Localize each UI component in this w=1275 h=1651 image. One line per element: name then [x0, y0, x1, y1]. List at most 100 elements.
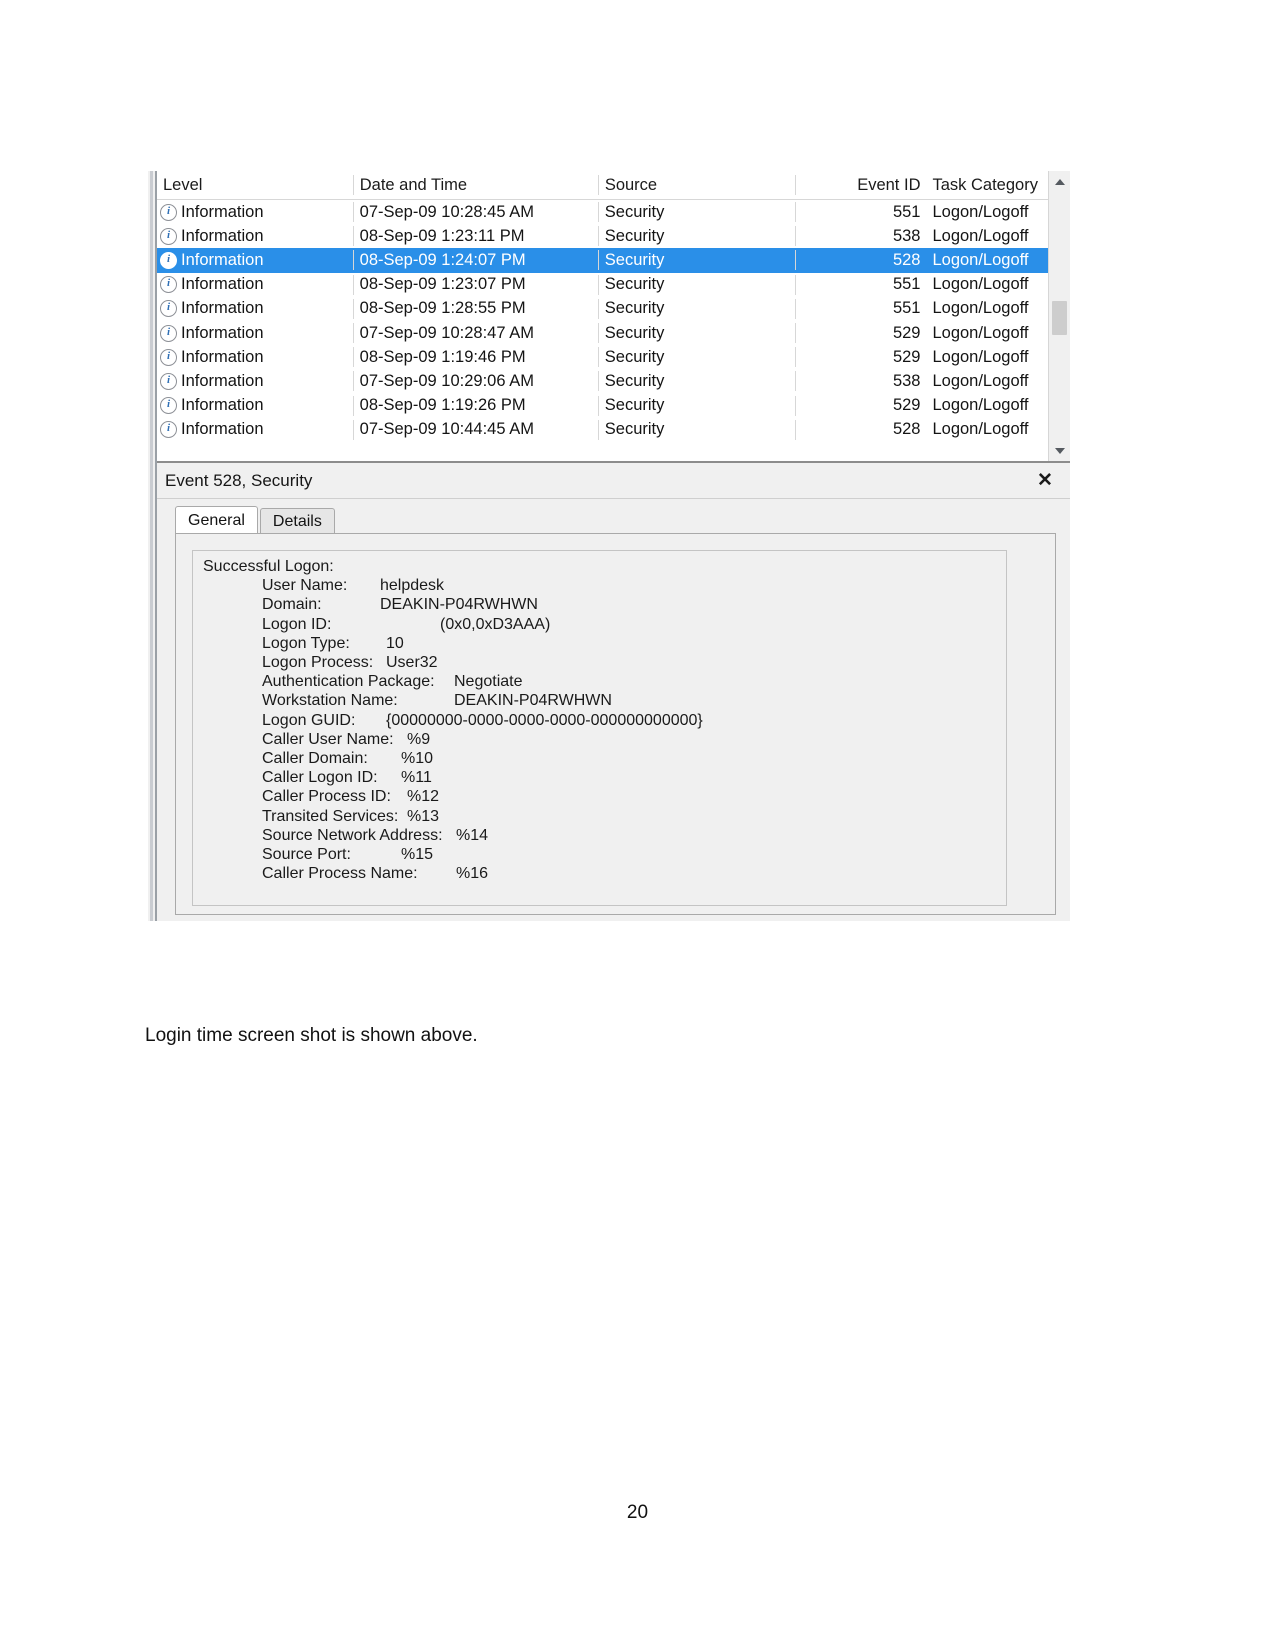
- information-icon: i: [160, 324, 177, 342]
- cell-source: Security: [604, 323, 665, 342]
- detail-field-value: DEAKIN-P04RWHWN: [454, 692, 612, 710]
- cell-level-label: Information: [181, 226, 264, 245]
- table-row[interactable]: i Information 07-Sep-09 10:28:45 AM Securit…: [157, 200, 1070, 224]
- cell-level-label: Information: [181, 396, 264, 415]
- cell-event-id: 528: [892, 420, 921, 439]
- cell-level: i Information: [157, 275, 353, 294]
- cell-level-label: Information: [181, 202, 264, 221]
- cell-source: Security: [604, 299, 665, 318]
- scroll-up-arrow-icon[interactable]: [1049, 171, 1070, 192]
- information-icon: i: [160, 227, 177, 245]
- information-icon: i: [160, 251, 177, 269]
- detail-field-row: Logon ID: (0x0,0xD3AAA): [203, 615, 996, 634]
- document-page: Level Date and Time Source Event ID Task…: [0, 0, 1275, 1651]
- cell-source: Security: [604, 226, 665, 245]
- cell-event-id: 538: [892, 371, 921, 390]
- detail-field-label: Caller Domain:: [262, 750, 368, 768]
- column-header-date-and-time[interactable]: Date and Time: [354, 176, 598, 195]
- event-detail-pane: Event 528, Security ✕ General Details Suc…: [157, 461, 1070, 921]
- detail-field-value: %11: [401, 769, 432, 787]
- cell-level: i Information: [157, 251, 353, 270]
- cell-level-label: Information: [181, 347, 264, 366]
- cell-level-label: Information: [181, 250, 264, 269]
- table-row[interactable]: i Information 07-Sep-09 10:44:45 AM Securit…: [157, 418, 1070, 442]
- cell-source: Security: [604, 250, 665, 269]
- event-detail-title: Event 528, Security: [165, 470, 313, 490]
- detail-field-value: %15: [401, 846, 434, 864]
- cell-level-label: Information: [181, 275, 264, 294]
- detail-field-label: Workstation Name:: [262, 692, 398, 710]
- cell-event-id: 551: [892, 202, 921, 221]
- cell-date-and-time: 07-Sep-09 10:28:47 AM: [359, 323, 534, 342]
- detail-field-value: User32: [386, 654, 438, 672]
- table-row[interactable]: i Information 07-Sep-09 10:28:47 AM Securit…: [157, 321, 1070, 345]
- detail-field-value: %16: [456, 865, 489, 883]
- cell-event-id: 529: [892, 347, 921, 366]
- information-icon: i: [160, 203, 177, 221]
- column-header-level[interactable]: Level: [157, 176, 353, 195]
- event-list-scrollbar[interactable]: [1048, 171, 1070, 461]
- cell-event-id: 551: [892, 275, 921, 294]
- cell-level-label: Information: [181, 299, 264, 318]
- detail-field-label: User Name:: [262, 577, 348, 595]
- detail-field-row: Caller Domain: %10: [203, 749, 996, 768]
- detail-field-value: %14: [456, 826, 489, 844]
- cell-date-and-time: 07-Sep-09 10:28:45 AM: [359, 202, 534, 221]
- cell-level-label: Information: [181, 420, 264, 439]
- event-viewer-screenshot: Level Date and Time Source Event ID Task…: [148, 171, 1070, 921]
- table-row[interactable]: i Information 08-Sep-09 1:28:55 PM Security…: [157, 297, 1070, 321]
- event-detail-title-bar: Event 528, Security ✕: [157, 463, 1070, 499]
- detail-field-row: Caller Process Name: %16: [203, 864, 996, 883]
- detail-field-row: Logon Type: 10: [203, 634, 996, 653]
- detail-field-row: Logon GUID: {00000000-0000-0000-0000-0000…: [203, 711, 996, 730]
- cell-event-id: 551: [892, 299, 921, 318]
- window-left-edge-shadow: [150, 171, 153, 921]
- cell-source: Security: [604, 202, 665, 221]
- table-row[interactable]: i Information 08-Sep-09 1:24:07 PM Security…: [157, 248, 1070, 273]
- table-row[interactable]: i Information 08-Sep-09 1:19:26 PM Security…: [157, 394, 1070, 418]
- cell-level: i Information: [157, 396, 353, 415]
- table-row[interactable]: i Information 08-Sep-09 1:23:07 PM Security…: [157, 273, 1070, 297]
- detail-field-label: Source Port:: [262, 846, 351, 864]
- cell-date-and-time: 08-Sep-09 1:24:07 PM: [359, 250, 526, 269]
- detail-field-row: Workstation Name: DEAKIN-P04RWHWN: [203, 691, 996, 710]
- cell-date-and-time: 08-Sep-09 1:23:07 PM: [359, 275, 526, 294]
- scroll-down-arrow-icon[interactable]: [1049, 440, 1070, 461]
- detail-field-row: Domain: DEAKIN-P04RWHWN: [203, 595, 996, 614]
- event-description-box[interactable]: Successful Logon: User Name: helpdesk Doma…: [192, 550, 1007, 906]
- detail-field-label: Caller Process Name:: [262, 865, 418, 883]
- detail-field-row: Logon Process: User32: [203, 653, 996, 672]
- table-row[interactable]: i Information 08-Sep-09 1:23:11 PM Security…: [157, 224, 1070, 248]
- column-header-event-id[interactable]: Event ID: [796, 176, 927, 195]
- cell-source: Security: [604, 420, 665, 439]
- detail-field-row: Caller Logon ID: %11: [203, 768, 996, 787]
- cell-level: i Information: [157, 324, 353, 343]
- cell-level: i Information: [157, 348, 353, 367]
- table-row[interactable]: i Information 07-Sep-09 10:29:06 AM Securit…: [157, 369, 1070, 393]
- detail-field-value: DEAKIN-P04RWHWN: [380, 596, 538, 614]
- detail-field-row: User Name: helpdesk: [203, 576, 996, 595]
- cell-level-label: Information: [181, 371, 264, 390]
- information-icon: i: [160, 372, 177, 390]
- column-header-source[interactable]: Source: [599, 176, 795, 195]
- cell-event-id: 529: [892, 396, 921, 415]
- detail-field-label: Logon Process:: [262, 654, 374, 672]
- tab-details[interactable]: Details: [259, 508, 335, 533]
- scrollbar-thumb[interactable]: [1052, 301, 1067, 335]
- detail-field-label: Logon ID:: [262, 615, 332, 633]
- detail-field-value: 10: [386, 634, 404, 652]
- detail-field-row: Transited Services: %13: [203, 807, 996, 826]
- table-row[interactable]: i Information 08-Sep-09 1:19:46 PM Security…: [157, 345, 1070, 369]
- event-list-rows: i Information 07-Sep-09 10:28:45 AM Securit…: [157, 200, 1070, 442]
- detail-field-value: %13: [407, 807, 440, 825]
- cell-date-and-time: 08-Sep-09 1:19:46 PM: [359, 347, 526, 366]
- cell-date-and-time: 07-Sep-09 10:29:06 AM: [359, 371, 534, 390]
- close-icon[interactable]: ✕: [1034, 469, 1056, 491]
- tab-general[interactable]: General: [175, 506, 258, 533]
- detail-field-label: Source Network Address:: [262, 826, 443, 844]
- detail-field-value: %12: [407, 788, 440, 806]
- cell-level-label: Information: [181, 323, 264, 342]
- event-list-header: Level Date and Time Source Event ID Task…: [157, 171, 1070, 200]
- information-icon: i: [160, 276, 177, 294]
- detail-field-label: Domain:: [262, 596, 322, 614]
